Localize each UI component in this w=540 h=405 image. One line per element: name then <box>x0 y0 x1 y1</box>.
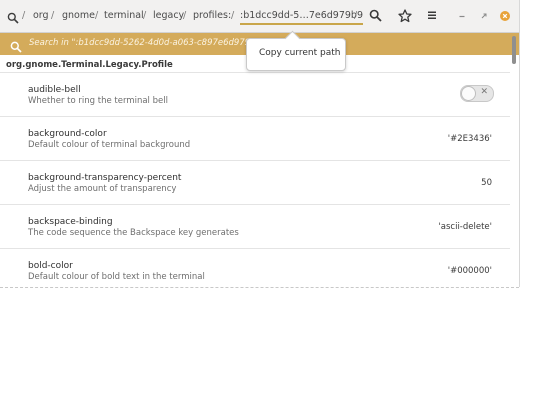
key-value: '#000000' <box>447 266 492 276</box>
key-name: background-transparency-percent <box>28 173 182 183</box>
key-value: '#2E3436' <box>447 134 492 144</box>
breadcrumb-separator: / <box>354 10 358 21</box>
breadcrumb-legacy[interactable]: legacy <box>153 10 184 21</box>
key-name: backspace-binding <box>28 217 113 227</box>
star-icon <box>398 9 412 23</box>
breadcrumb-profiles[interactable]: profiles: <box>193 10 231 21</box>
breadcrumb-gnome[interactable]: gnome <box>62 10 95 21</box>
key-description: Adjust the amount of transparency <box>28 184 177 194</box>
window-bottom-edge <box>0 287 519 288</box>
key-value: 50 <box>481 178 492 188</box>
toggle-knob <box>461 86 476 101</box>
breadcrumb-terminal[interactable]: terminal <box>104 10 144 21</box>
breadcrumb-org[interactable]: org <box>33 10 49 21</box>
key-description: Whether to ring the terminal bell <box>28 96 168 106</box>
scrollbar[interactable] <box>512 36 516 64</box>
close-icon[interactable] <box>500 11 510 21</box>
key-name: background-color <box>28 129 107 139</box>
hamburger-menu-icon <box>428 11 436 19</box>
breadcrumb-separator: / <box>183 10 187 21</box>
schema-title: org.gnome.Terminal.Legacy.Profile <box>6 60 173 70</box>
breadcrumb-separator: / <box>143 10 147 21</box>
key-value: 'ascii-delete' <box>438 222 492 232</box>
key-list: audible-bell Whether to ring the termina… <box>0 72 510 287</box>
minimize-icon[interactable] <box>457 11 467 21</box>
key-description: Default colour of terminal background <box>28 140 191 150</box>
key-row-backspace-binding[interactable]: backspace-binding The code sequence the … <box>0 204 510 248</box>
bookmark-button[interactable] <box>393 6 417 26</box>
search-icon <box>10 38 22 57</box>
search-icon[interactable] <box>7 9 21 24</box>
menu-button[interactable] <box>421 6 445 26</box>
breadcrumb-separator: / <box>51 10 55 21</box>
restore-icon[interactable] <box>479 11 489 21</box>
key-row-background-color[interactable]: background-color Default colour of termi… <box>0 116 510 160</box>
breadcrumb-current-profile[interactable]: :b1dcc9dd-5…7e6d979b9 <box>240 10 363 25</box>
search-icon <box>369 9 382 22</box>
key-row-audible-bell[interactable]: audible-bell Whether to ring the termina… <box>0 72 510 116</box>
copy-path-popover: Copy current path <box>246 30 346 71</box>
search-input[interactable]: Search in ":b1dcc9dd-5262-4d0d-a063-c897… <box>29 38 261 48</box>
breadcrumb-separator: / <box>95 10 99 21</box>
key-row-background-transparency-percent[interactable]: background-transparency-percent Adjust t… <box>0 160 510 204</box>
search-button[interactable] <box>364 6 388 26</box>
audible-bell-toggle[interactable]: ✕ <box>460 85 494 102</box>
header-bar: / org / gnome / terminal / legacy / prof… <box>0 0 519 33</box>
key-row-bold-color[interactable]: bold-color Default colour of bold text i… <box>0 248 510 287</box>
key-name: bold-color <box>28 261 73 271</box>
breadcrumb-separator: / <box>231 10 235 21</box>
key-name: audible-bell <box>28 85 81 95</box>
key-description: The code sequence the Backspace key gene… <box>28 228 239 238</box>
key-description: Default colour of bold text in the termi… <box>28 272 205 282</box>
dconf-editor-window: / org / gnome / terminal / legacy / prof… <box>0 0 520 287</box>
breadcrumb-separator: / <box>22 10 26 21</box>
copy-current-path-button[interactable]: Copy current path <box>259 48 340 58</box>
toggle-off-icon: ✕ <box>480 87 488 97</box>
